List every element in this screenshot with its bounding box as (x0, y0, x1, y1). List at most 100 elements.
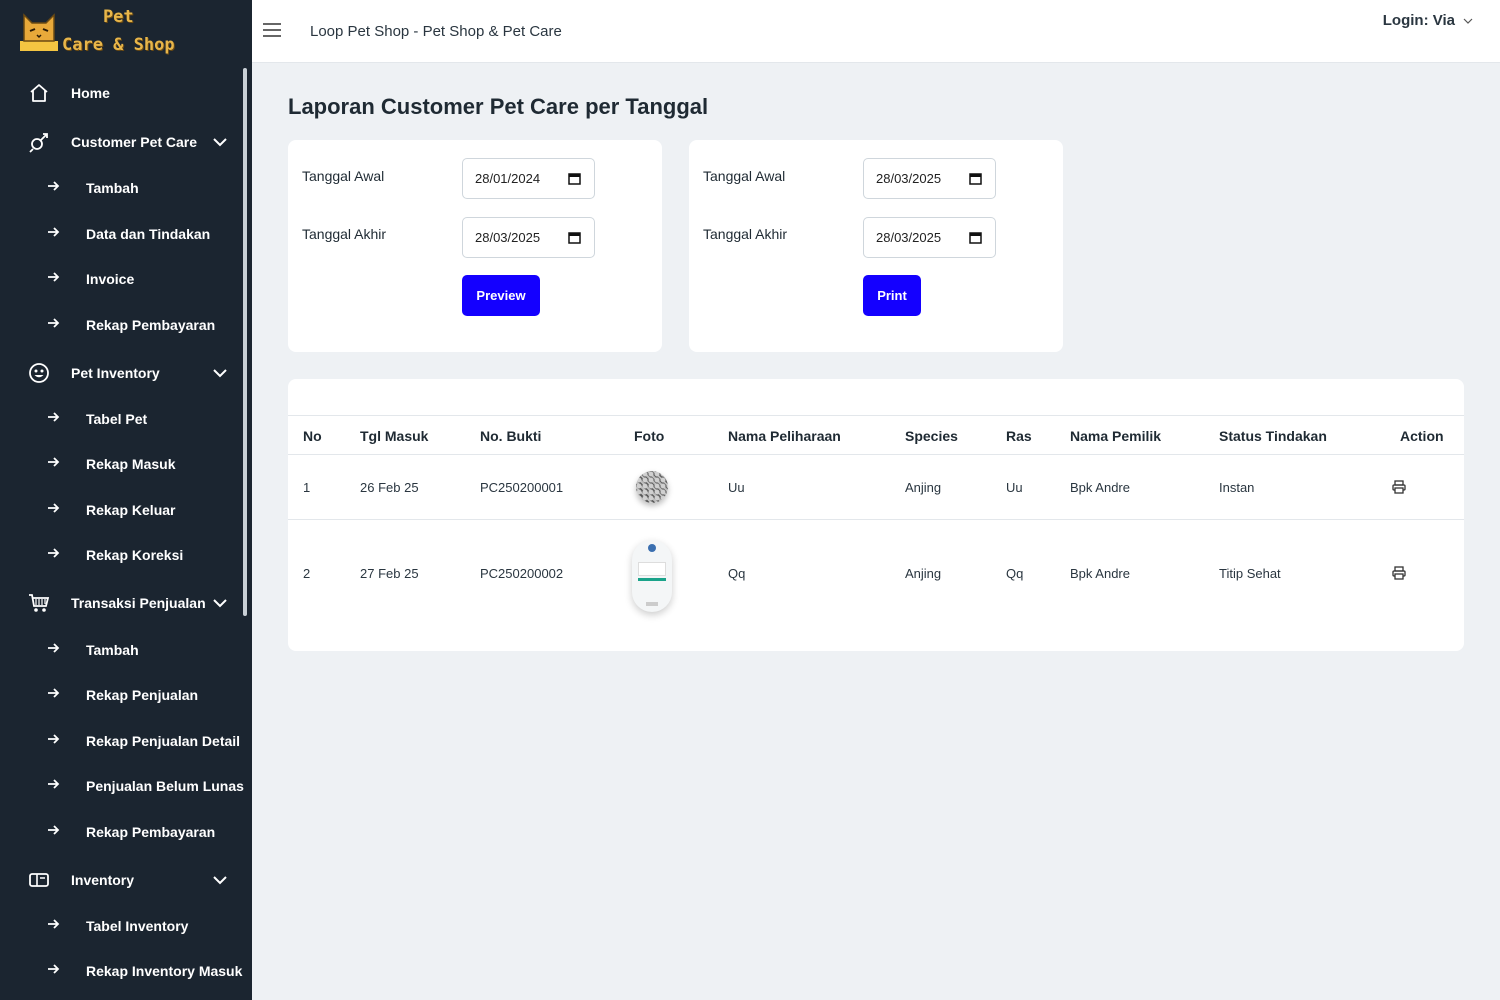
end-date-label: Tanggal Akhir (703, 226, 788, 242)
hamburger-icon[interactable] (263, 22, 281, 38)
arrow-right-icon (48, 964, 60, 974)
arrow-right-icon (48, 548, 60, 558)
sidebar-subitem-label: Rekap Masuk (86, 456, 176, 472)
sidebar-item-inventory[interactable]: Inventory (0, 870, 240, 890)
cell-species: Anjing (905, 566, 942, 581)
cart-icon (28, 592, 50, 614)
cat-logo-icon (20, 13, 58, 51)
arrow-right-icon (48, 919, 60, 929)
col-header-tgl-masuk: Tgl Masuk (360, 428, 429, 444)
start-date-input[interactable]: 28/03/2025 (863, 158, 996, 199)
cell-nama-pemilik: Bpk Andre (1070, 480, 1130, 495)
start-date-label: Tanggal Awal (302, 168, 385, 184)
table-row: 1 26 Feb 25 PC250200001 Uu Anjing Uu Bpk… (288, 455, 1464, 520)
pet-photo[interactable] (632, 540, 672, 612)
cell-nama-pemilik: Bpk Andre (1070, 566, 1130, 581)
sidebar-item-label: Transaksi Penjualan (71, 595, 206, 611)
sidebar-subitem-label: Penjualan Belum Lunas (86, 778, 244, 794)
preview-filter-card: Tanggal Awal 28/01/2024 Tanggal Akhir 28… (288, 140, 662, 352)
inventory-box-icon (28, 869, 50, 891)
sidebar-subitem-label: Rekap Pembayaran (86, 824, 216, 840)
sidebar-subitem-label: Tabel Pet (86, 411, 148, 427)
date-value: 28/01/2024 (475, 171, 541, 186)
sidebar-item-transaksi-penjualan[interactable]: Transaksi Penjualan (0, 593, 240, 613)
logo-text: Pet Care & Shop (62, 3, 175, 59)
arrow-right-icon (48, 688, 60, 698)
table-row: 2 27 Feb 25 PC250200002 Qq Anjing Qq Bpk… (288, 520, 1464, 630)
sidebar-subitem-label: Rekap Penjualan (86, 687, 199, 703)
sidebar-item-home[interactable]: Home (0, 83, 240, 103)
login-label: Login: Via (1382, 12, 1455, 29)
chevron-down-icon (213, 599, 227, 608)
cell-ras: Uu (1006, 480, 1023, 495)
pet-photo[interactable] (636, 471, 668, 503)
login-dropdown[interactable]: Login: Via (1383, 12, 1473, 29)
calendar-icon[interactable] (969, 172, 982, 185)
arrow-right-icon (48, 457, 60, 467)
table-header: No Tgl Masuk No. Bukti Foto Nama Pelihar… (288, 415, 1464, 455)
arrow-right-icon (48, 825, 60, 835)
cell-species: Anjing (905, 480, 942, 495)
sidebar: Pet Care & Shop Home Customer Pet Care T… (0, 0, 252, 1000)
print-filter-card: Tanggal Awal 28/03/2025 Tanggal Akhir 28… (689, 140, 1063, 352)
smiley-icon (28, 362, 50, 384)
cell-nama-peliharaan: Uu (728, 480, 745, 495)
sidebar-subitem-label: Invoice (86, 271, 135, 287)
preview-button[interactable]: Preview (462, 275, 540, 316)
start-date-label: Tanggal Awal (703, 168, 786, 184)
logo[interactable]: Pet Care & Shop (0, 0, 252, 62)
calendar-icon[interactable] (568, 172, 581, 185)
sidebar-subitem-label: Tambah (86, 180, 139, 196)
cell-ras: Qq (1006, 566, 1024, 581)
arrow-right-icon (48, 643, 60, 653)
calendar-icon[interactable] (969, 231, 982, 244)
logo-line2: Care & Shop (62, 35, 175, 55)
sidebar-item-pet-inventory[interactable]: Pet Inventory (0, 363, 240, 383)
logo-line1: Pet (102, 7, 134, 27)
sidebar-subitem-label: Rekap Koreksi (86, 547, 184, 563)
start-date-input[interactable]: 28/01/2024 (462, 158, 595, 199)
home-icon (28, 82, 50, 104)
arrow-right-icon (48, 734, 60, 744)
arrow-right-icon (48, 181, 60, 191)
printer-icon[interactable] (1392, 480, 1406, 494)
page-title: Laporan Customer Pet Care per Tanggal (288, 94, 709, 119)
calendar-icon[interactable] (568, 231, 581, 244)
printer-icon[interactable] (1392, 566, 1406, 580)
chevron-down-icon (213, 138, 227, 147)
sidebar-item-customer-pet-care[interactable]: Customer Pet Care (0, 132, 240, 153)
cell-status-tindakan: Titip Sehat (1219, 566, 1281, 581)
sidebar-subitem-label: Rekap Pembayaran (86, 317, 216, 333)
sidebar-subitem-label: Tambah (86, 642, 139, 658)
arrow-right-icon (48, 779, 60, 789)
sidebar-subitem-label: Rekap Keluar (86, 502, 176, 518)
arrow-right-icon (48, 227, 60, 237)
col-header-species: Species (905, 428, 958, 444)
sidebar-subitem-label: Rekap Inventory Masuk (86, 963, 243, 979)
cell-no-bukti: PC250200001 (480, 480, 564, 495)
end-date-input[interactable]: 28/03/2025 (863, 217, 996, 258)
cell-no: 2 (303, 566, 311, 581)
col-header-ras: Ras (1006, 428, 1032, 444)
col-header-nama-peliharaan: Nama Peliharaan (728, 428, 841, 444)
sidebar-item-label: Customer Pet Care (71, 134, 198, 150)
end-date-input[interactable]: 28/03/2025 (462, 217, 595, 258)
print-button[interactable]: Print (863, 275, 921, 316)
cell-no: 1 (303, 480, 311, 495)
sidebar-subitem-label: Data dan Tindakan (86, 226, 211, 242)
col-header-status-tindakan: Status Tindakan (1219, 428, 1327, 444)
col-header-no-bukti: No. Bukti (480, 428, 542, 444)
end-date-label: Tanggal Akhir (302, 226, 387, 242)
col-header-no: No (303, 428, 322, 444)
cell-no-bukti: PC250200002 (480, 566, 564, 581)
sidebar-scrollbar[interactable] (243, 68, 247, 616)
arrow-right-icon (48, 318, 60, 328)
cell-nama-peliharaan: Qq (728, 566, 746, 581)
app-title: Loop Pet Shop - Pet Shop & Pet Care (310, 23, 562, 40)
cell-tgl-masuk: 27 Feb 25 (360, 566, 419, 581)
col-header-action: Action (1400, 428, 1444, 444)
chevron-down-icon (213, 369, 227, 378)
topbar: Loop Pet Shop - Pet Shop & Pet Care Logi… (252, 0, 1500, 63)
date-value: 28/03/2025 (475, 230, 541, 245)
chevron-down-icon (213, 876, 227, 885)
